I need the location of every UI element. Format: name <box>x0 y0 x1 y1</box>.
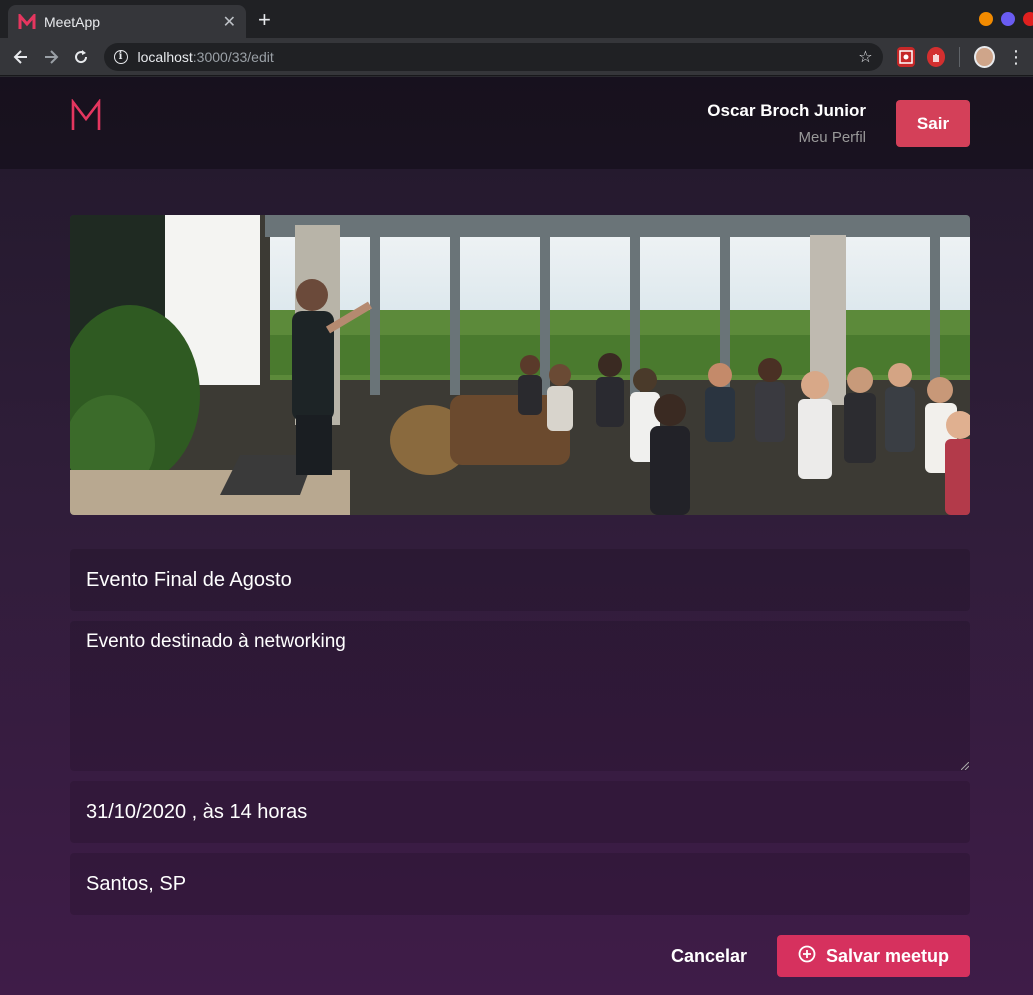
toolbar-divider <box>959 46 961 67</box>
title-input[interactable]: Evento Final de Agosto <box>70 549 970 611</box>
meetapp-favicon-icon <box>18 13 36 31</box>
site-info-icon[interactable]: i <box>113 49 128 64</box>
location-input[interactable]: Santos, SP <box>70 853 970 915</box>
bookmark-star-icon[interactable]: ☆ <box>858 47 872 67</box>
description-text: Evento destinado à networking <box>86 631 346 652</box>
browser-tabbar: MeetApp ✕ + <box>0 0 1033 38</box>
add-circle-icon <box>798 945 816 968</box>
url-path: :3000/33/edit <box>192 48 274 65</box>
maximize-window-icon[interactable] <box>1001 12 1015 26</box>
adblock-extension-icon[interactable] <box>927 46 946 67</box>
window-controls <box>979 12 1033 26</box>
close-tab-icon[interactable]: ✕ <box>223 12 236 32</box>
address-bar[interactable]: i localhost :3000/33/edit ☆ <box>103 42 883 71</box>
new-tab-icon[interactable]: + <box>258 9 271 31</box>
back-icon[interactable] <box>8 43 34 71</box>
forward-icon[interactable] <box>38 43 64 71</box>
extension-icon[interactable] <box>896 46 915 67</box>
browser-menu-icon[interactable]: ⋮ <box>1007 48 1025 66</box>
description-textarea[interactable]: Evento destinado à networking <box>70 621 970 771</box>
meetup-banner-image[interactable] <box>70 215 970 515</box>
close-window-icon[interactable] <box>1023 12 1033 26</box>
save-meetup-label: Salvar meetup <box>825 945 950 966</box>
save-meetup-button[interactable]: Salvar meetup <box>777 935 970 977</box>
meetapp-logo-icon[interactable] <box>70 98 102 136</box>
user-name: Oscar Broch Junior <box>707 101 866 120</box>
reload-icon[interactable] <box>68 43 94 71</box>
profile-link[interactable]: Meu Perfil <box>707 129 866 146</box>
browser-tab[interactable]: MeetApp ✕ <box>8 5 246 38</box>
date-input[interactable]: 31/10/2020 , às 14 horas <box>70 781 970 843</box>
tab-title: MeetApp <box>44 13 101 30</box>
app-page: Oscar Broch Junior Meu Perfil Sair Event… <box>0 77 1033 995</box>
minimize-window-icon[interactable] <box>979 12 993 26</box>
resize-handle-icon[interactable] <box>961 762 969 770</box>
cancel-button[interactable]: Cancelar <box>658 935 760 977</box>
user-info: Oscar Broch Junior Meu Perfil <box>707 101 866 146</box>
profile-avatar[interactable] <box>974 45 995 68</box>
app-header: Oscar Broch Junior Meu Perfil Sair <box>0 77 1033 169</box>
url-host: localhost <box>137 48 193 65</box>
browser-toolbar: i localhost :3000/33/edit ☆ ⋮ <box>0 38 1033 76</box>
logout-button[interactable]: Sair <box>896 100 970 147</box>
